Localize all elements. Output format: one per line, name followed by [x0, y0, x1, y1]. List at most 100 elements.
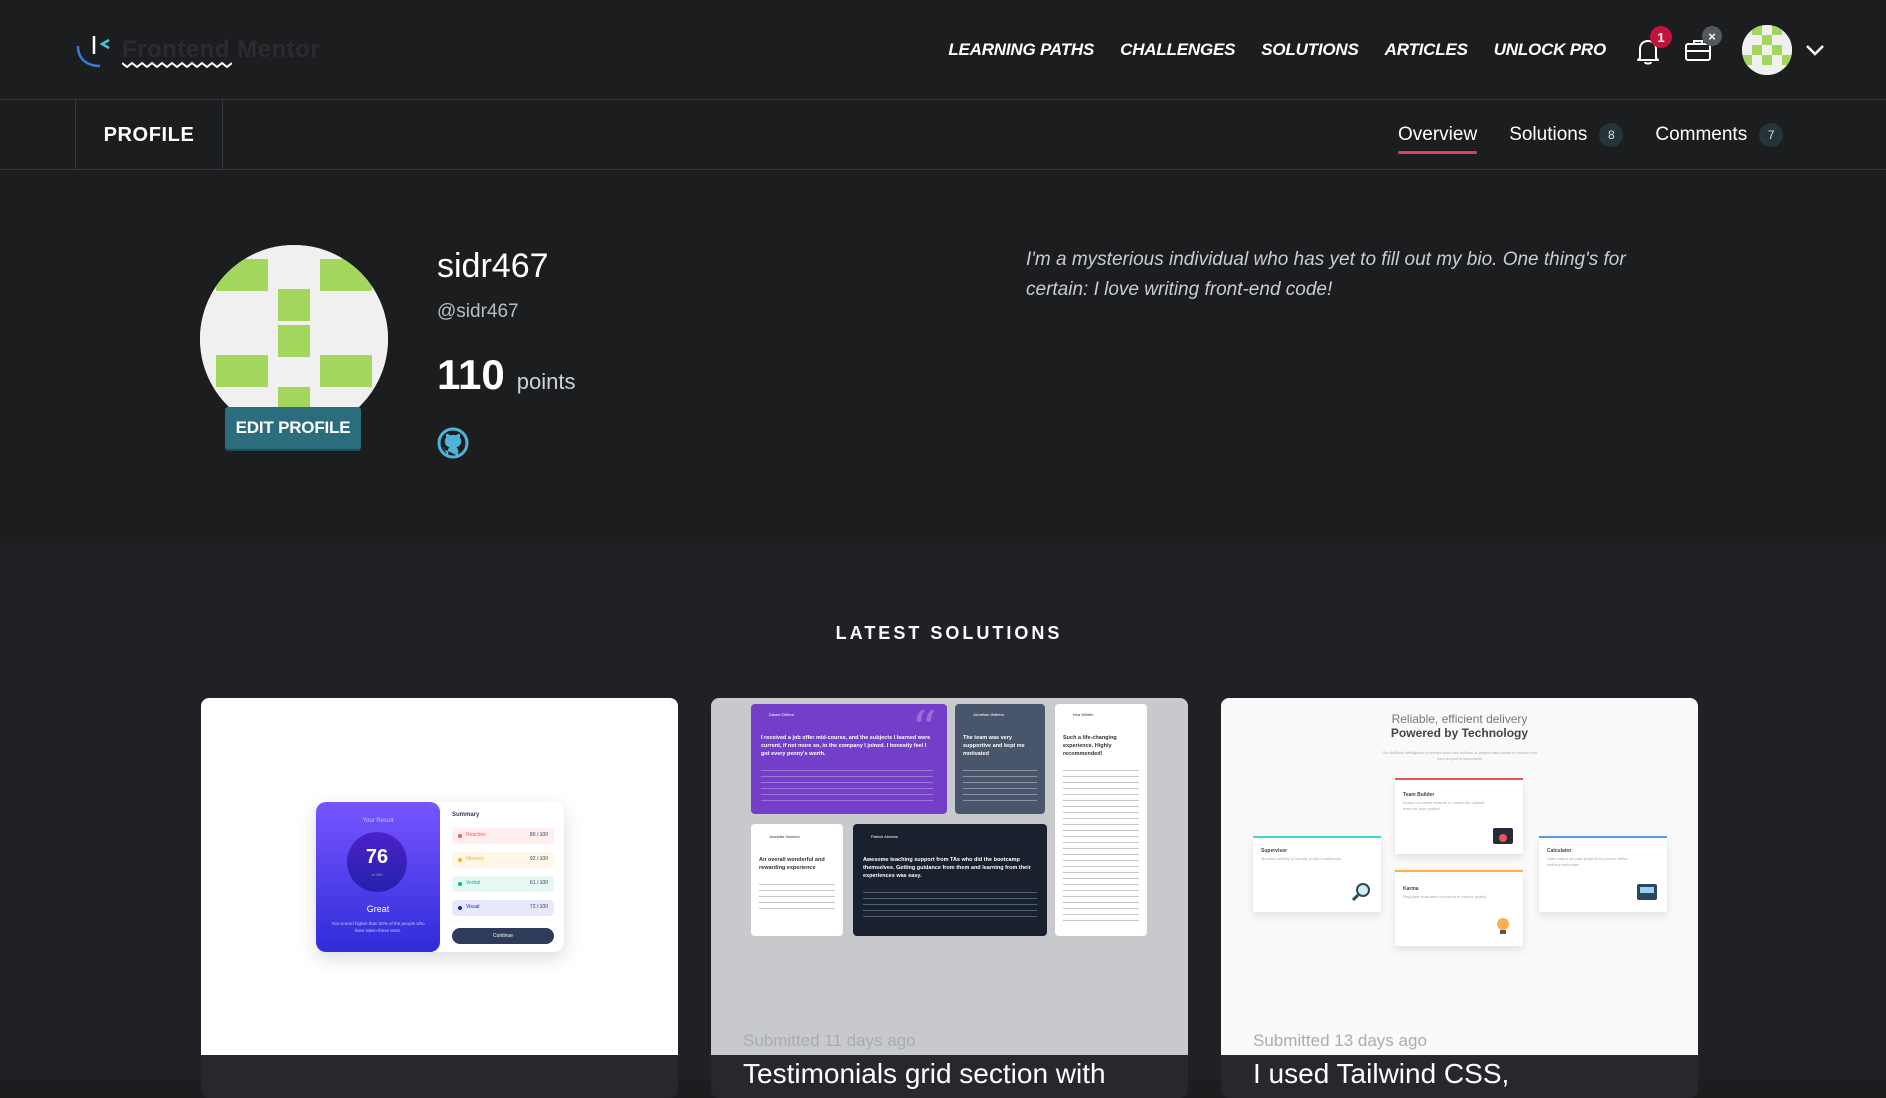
profile-points: 110 points	[437, 351, 575, 399]
solution-card[interactable]: Your Result 76 of 100 Great You scored h…	[201, 698, 678, 1098]
continue-button: Continue	[452, 928, 554, 944]
testimonial-headline: The team was very supportive and kept me…	[963, 735, 1025, 757]
solution-card[interactable]: Daniel Clifford “ I received a job offer…	[711, 698, 1188, 1098]
solution-title[interactable]: Testimonials grid section with	[743, 1058, 1106, 1090]
points-value: 110	[437, 351, 505, 398]
testimonial-name: Jeanette Harmon	[769, 834, 800, 839]
summary-title: Summary	[452, 812, 480, 818]
testimonial-headline: Awesome teaching support from TAs who di…	[863, 857, 1031, 879]
profile-section-title: PROFILE	[75, 100, 223, 170]
nav-learning-paths[interactable]: LEARNING PATHS	[948, 40, 1094, 60]
score-value: 76	[365, 846, 389, 868]
logo-icon	[76, 36, 110, 68]
identicon	[200, 245, 388, 433]
summary-row-icon	[458, 834, 462, 838]
team-builder-icon	[1493, 828, 1513, 844]
summary-row-icon	[458, 882, 462, 886]
testimonial-name: Jonathan Walters	[973, 712, 1004, 717]
nav-solutions[interactable]: SOLUTIONS	[1261, 40, 1359, 60]
summary-row-name: Visual	[466, 904, 480, 910]
result-panel: Your Result 76 of 100 Great You scored h…	[316, 802, 440, 952]
user-avatar[interactable]	[1742, 25, 1792, 75]
testimonial-headline: Such a life-changing experience. Highly …	[1063, 735, 1117, 757]
summary-row-value: 92 / 100	[529, 856, 548, 862]
profile-bio: I'm a mysterious individual who has yet …	[1026, 249, 1626, 300]
tab-overview[interactable]: Overview	[1398, 124, 1478, 154]
solution-thumbnail: Daniel Clifford “ I received a job offer…	[711, 698, 1188, 1055]
testimonial-name: Daniel Clifford	[769, 712, 795, 717]
notification-count-badge: 1	[1650, 26, 1672, 48]
testimonial-tile: Daniel Clifford “ I received a job offer…	[751, 700, 947, 814]
summary-row-value: 80 / 100	[529, 832, 548, 838]
tab-overview-label: Overview	[1398, 124, 1478, 145]
results-summary-preview: Your Result 76 of 100 Great You scored h…	[316, 802, 564, 952]
lightbulb-icon	[1497, 918, 1509, 934]
solutions-count-badge: 8	[1599, 123, 1624, 147]
calculator-icon	[1637, 884, 1657, 900]
magnifier-icon	[1351, 883, 1370, 902]
testimonial-body	[1063, 770, 1139, 926]
identicon	[1742, 25, 1792, 75]
feature-name: Karma	[1403, 886, 1419, 892]
result-label: Your Result	[362, 818, 394, 824]
points-label: points	[516, 369, 576, 394]
nav-challenges[interactable]: CHALLENGES	[1120, 40, 1235, 60]
edit-profile-button[interactable]: EDIT PROFILE	[225, 407, 361, 449]
summary-row-icon	[458, 858, 462, 862]
testimonial-body	[963, 770, 1037, 804]
summary-row-value: 61 / 100	[529, 880, 548, 886]
solution-thumbnail: Your Result 76 of 100 Great You scored h…	[201, 698, 678, 1055]
section-heading: LATEST SOLUTIONS	[835, 623, 1063, 643]
summary-row-icon	[458, 906, 462, 910]
profile-tabs: Overview Solutions 8 Comments 7	[1398, 100, 1784, 170]
profile-avatar	[200, 245, 388, 433]
profile-header: EDIT PROFILE sidr467 @sidr467 110 points…	[0, 171, 1886, 543]
testimonial-tile: Kira Whittle Such a life-changing experi…	[1055, 704, 1147, 936]
tab-solutions[interactable]: Solutions 8	[1509, 123, 1624, 147]
thumb-kicker: Reliable, efficient delivery	[1391, 712, 1528, 726]
briefcase-close-badge[interactable]: ×	[1702, 26, 1722, 46]
feature-text: Monitors activity to identify project ro…	[1261, 856, 1342, 861]
solution-title[interactable]: I used Tailwind CSS,	[1253, 1058, 1509, 1090]
logo-squiggle	[122, 61, 232, 68]
chevron-down-icon[interactable]	[1804, 42, 1826, 58]
nav-articles[interactable]: ARTICLES	[1385, 40, 1468, 60]
testimonial-name: Kira Whittle	[1073, 712, 1094, 717]
tab-comments[interactable]: Comments 7	[1655, 123, 1784, 147]
score-of: of 100	[371, 872, 383, 877]
summary-row: Verbal 61 / 100	[452, 876, 554, 892]
profile-subnav: PROFILE Overview Solutions 8 Comments 7	[0, 100, 1886, 170]
testimonial-headline: An overall wonderful and rewarding exper…	[759, 857, 825, 871]
tab-comments-label: Comments	[1655, 124, 1748, 145]
feature-card: Team Builder Scans our talent network to…	[1395, 778, 1523, 854]
summary-row-value: 72 / 100	[529, 904, 548, 910]
feature-card: Calculator Uses data from past projects …	[1539, 836, 1667, 912]
feature-name: Team Builder	[1403, 792, 1435, 798]
testimonial-body	[863, 892, 1037, 922]
grade-text: You scored higher than 65% of the people…	[331, 921, 425, 933]
testimonial-tile: Jeanette Harmon An overall wonderful and…	[751, 824, 843, 936]
feature-name: Supervisor	[1261, 848, 1288, 854]
summary-row-name: Reaction	[466, 832, 486, 838]
summary-row: Memory 92 / 100	[452, 852, 554, 868]
profile-handle: @sidr467	[437, 301, 519, 322]
profile-name: sidr467	[437, 247, 549, 285]
summary-row-name: Verbal	[466, 880, 481, 886]
submitted-date: Submitted 13 days ago	[1253, 1031, 1427, 1050]
feature-text: Uses data from past projects to provide …	[1547, 856, 1628, 867]
testimonial-tile: Patrick Abrams Awesome teaching support …	[853, 824, 1047, 936]
comments-count-badge: 7	[1759, 123, 1784, 147]
testimonial-name: Patrick Abrams	[871, 834, 898, 839]
thumb-heading: Powered by Technology	[1390, 726, 1529, 740]
testimonial-body	[761, 770, 933, 804]
github-icon[interactable]	[437, 427, 469, 459]
feature-card: Karma Regularly evaluates our talent to …	[1395, 870, 1523, 946]
feature-text: Regularly evaluates our talent to ensure…	[1403, 894, 1487, 899]
testimonial-tile: Jonathan Walters The team was very suppo…	[955, 704, 1045, 814]
solution-card[interactable]: Reliable, efficient delivery Powered by …	[1221, 698, 1698, 1098]
testimonial-body	[759, 884, 835, 914]
tab-solutions-label: Solutions	[1509, 124, 1588, 145]
nav-unlock-pro[interactable]: UNLOCK PRO	[1494, 40, 1606, 60]
frontend-mentor-logo[interactable]: Frontend Mentor	[76, 34, 320, 70]
feature-card: Supervisor Monitors activity to identify…	[1253, 836, 1381, 912]
